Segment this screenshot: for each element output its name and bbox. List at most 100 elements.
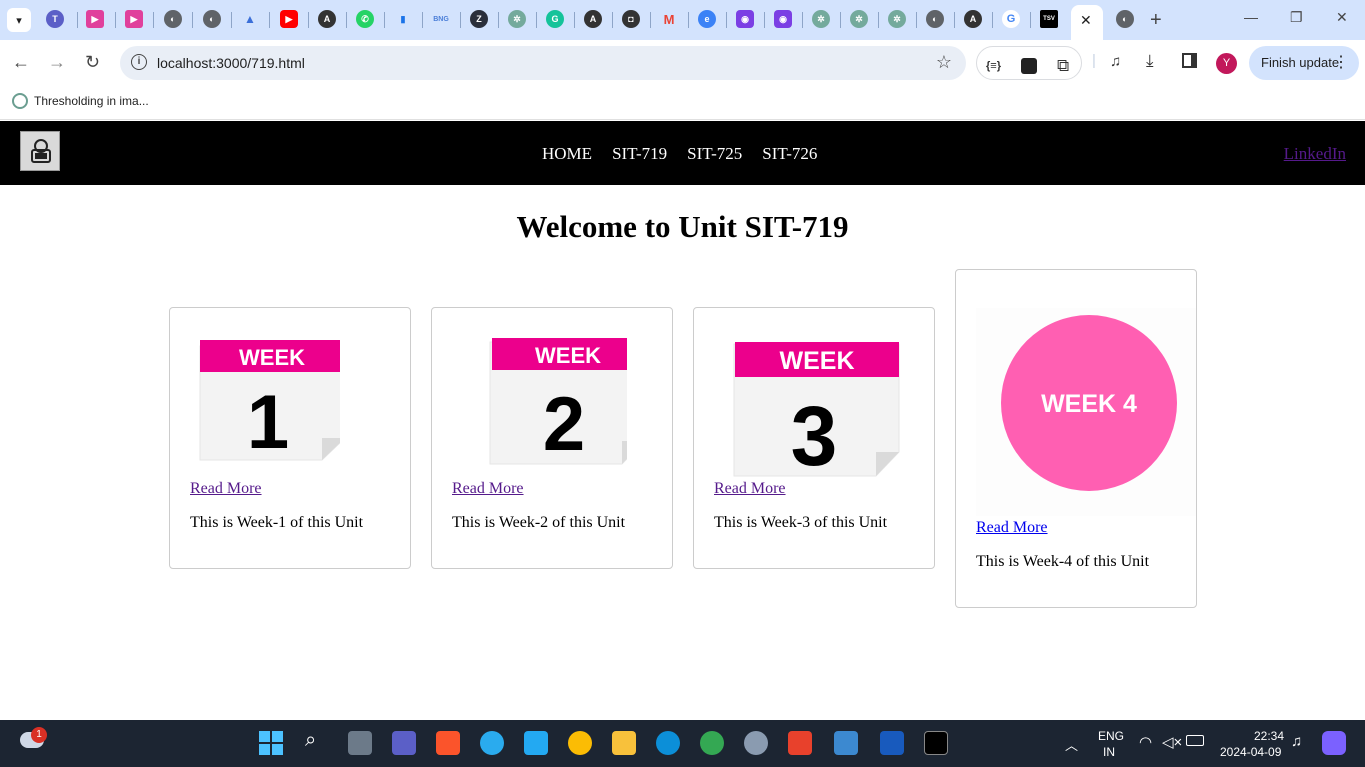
chrome-profile-icon[interactable] bbox=[700, 731, 724, 755]
globe-tab-icon[interactable]: ◐ bbox=[1116, 10, 1134, 28]
tab-strip: ▾ T ▶ ▶ ◐ ◐ ▲ ▶ A ✆ ▮ BNG Z ✲ G A ◘ M e … bbox=[0, 0, 1365, 40]
bookmark-tab-icon[interactable]: ▮ bbox=[394, 10, 412, 28]
google-tab-icon[interactable]: G bbox=[1002, 10, 1020, 28]
read-more-link[interactable]: Read More bbox=[976, 519, 1048, 537]
bng-tab-icon[interactable]: BNG bbox=[432, 10, 450, 28]
chrome-icon[interactable] bbox=[568, 731, 592, 755]
puzzle-icon[interactable]: ⧉ bbox=[1057, 56, 1069, 76]
bookmark-star-icon[interactable]: ☆ bbox=[936, 52, 952, 73]
media-control-icon[interactable]: ♫ bbox=[1110, 53, 1121, 70]
site-logo[interactable] bbox=[20, 131, 60, 171]
globe-tab-icon[interactable]: ◐ bbox=[926, 10, 944, 28]
site-info-icon[interactable]: i bbox=[131, 54, 147, 70]
extension-icon[interactable] bbox=[1021, 58, 1037, 74]
restore-icon[interactable]: ❐ bbox=[1290, 9, 1303, 26]
week-3-word: WEEK bbox=[780, 347, 855, 375]
close-window-icon[interactable]: ✕ bbox=[1336, 9, 1348, 26]
json-extension-icon[interactable]: {≡} bbox=[986, 60, 1001, 72]
clock-date[interactable]: 2024-04-09 bbox=[1220, 745, 1281, 759]
active-tab[interactable]: ✕ bbox=[1071, 5, 1103, 40]
word-icon[interactable] bbox=[880, 731, 904, 755]
profile-avatar[interactable]: Y bbox=[1216, 53, 1237, 74]
search-icon[interactable]: ⌕ bbox=[305, 729, 316, 752]
vscode-icon[interactable] bbox=[524, 731, 548, 755]
clock-time[interactable]: 22:34 bbox=[1254, 729, 1284, 743]
teams-tab-icon[interactable]: T bbox=[46, 10, 64, 28]
bot-tab-icon[interactable]: A bbox=[584, 10, 602, 28]
zigzag-tab-icon[interactable]: Z bbox=[470, 10, 488, 28]
read-more-link[interactable]: Read More bbox=[714, 480, 786, 498]
tsv-tab-icon[interactable]: TSV bbox=[1040, 10, 1058, 28]
tab-separator bbox=[992, 12, 993, 28]
grammarly-tab-icon[interactable]: G bbox=[546, 10, 564, 28]
forward-arrow-icon[interactable]: → bbox=[48, 52, 66, 73]
globe-tab-icon[interactable]: ◐ bbox=[203, 10, 221, 28]
edge-tab-icon[interactable]: e bbox=[698, 10, 716, 28]
read-more-link[interactable]: Read More bbox=[190, 480, 262, 498]
url-text[interactable]: localhost:3000/719.html bbox=[157, 55, 305, 71]
windows-start-icon[interactable] bbox=[259, 731, 283, 755]
whatsapp-tab-icon[interactable]: ✆ bbox=[356, 10, 374, 28]
bot-tab-icon[interactable]: A bbox=[318, 10, 336, 28]
language-line-2[interactable]: IN bbox=[1103, 745, 1115, 759]
week-1-word: WEEK bbox=[239, 345, 305, 370]
brave-icon[interactable] bbox=[436, 731, 460, 755]
notepad-icon[interactable] bbox=[834, 731, 858, 755]
youtube-tab-icon[interactable]: ▶ bbox=[280, 10, 298, 28]
wifi-icon[interactable]: ◠ bbox=[1139, 733, 1152, 751]
bot-tab-icon[interactable]: A bbox=[964, 10, 982, 28]
chatgpt-tab-icon[interactable]: ✲ bbox=[888, 10, 906, 28]
speaker-muted-icon[interactable]: ◁× bbox=[1162, 733, 1182, 751]
bookmarks-bar: Thresholding in ima... bbox=[0, 86, 1365, 120]
reload-icon[interactable]: ↻ bbox=[85, 52, 100, 73]
nav-sit-725[interactable]: SIT-725 bbox=[687, 144, 742, 164]
new-tab-button[interactable]: + bbox=[1150, 9, 1162, 32]
purple-app-tab-icon[interactable]: ◉ bbox=[736, 10, 754, 28]
edge-icon[interactable] bbox=[656, 731, 680, 755]
pink-arrow-tab-icon[interactable]: ▶ bbox=[86, 10, 104, 28]
gmail-tab-icon[interactable]: M bbox=[660, 10, 678, 28]
read-more-link[interactable]: Read More bbox=[452, 480, 524, 498]
side-panel-icon[interactable] bbox=[1182, 53, 1197, 68]
nav-sit-719[interactable]: SIT-719 bbox=[612, 144, 667, 164]
nav-home[interactable]: HOME bbox=[542, 144, 592, 164]
more-menu-icon[interactable]: ⋮ bbox=[1333, 46, 1349, 80]
language-line-1[interactable]: ENG bbox=[1098, 729, 1124, 743]
nav-sit-726[interactable]: SIT-726 bbox=[762, 144, 817, 164]
lock-tab-icon[interactable]: ◘ bbox=[622, 10, 640, 28]
battery-icon[interactable] bbox=[1186, 735, 1204, 746]
pink-arrow-tab-icon[interactable]: ▶ bbox=[125, 10, 143, 28]
week-1-calendar-image: WEEK 1 bbox=[199, 340, 340, 465]
telegram-icon[interactable] bbox=[480, 731, 504, 755]
address-bar[interactable]: i localhost:3000/719.html ☆ bbox=[120, 46, 966, 80]
tab-separator bbox=[422, 12, 423, 28]
tab-separator bbox=[153, 12, 154, 28]
copilot-icon[interactable] bbox=[1322, 731, 1346, 755]
download-icon[interactable]: ⤓ bbox=[1146, 51, 1154, 71]
bookmark-item[interactable]: Thresholding in ima... bbox=[12, 93, 149, 109]
teams-icon[interactable] bbox=[392, 731, 416, 755]
tab-search-button[interactable]: ▾ bbox=[7, 8, 31, 32]
chatgpt-tab-icon[interactable]: ✲ bbox=[508, 10, 526, 28]
chatgpt-icon bbox=[12, 93, 28, 109]
bell-icon[interactable]: ♫ bbox=[1291, 733, 1302, 750]
finish-update-button[interactable]: Finish update ⋮ bbox=[1249, 46, 1359, 80]
wps-office-icon[interactable] bbox=[788, 731, 812, 755]
chevron-up-icon[interactable]: ︿ bbox=[1065, 735, 1078, 754]
chart-tab-icon[interactable]: ▲ bbox=[241, 10, 259, 28]
globe-tab-icon[interactable]: ◐ bbox=[164, 10, 182, 28]
purple-app-tab-icon[interactable]: ◉ bbox=[774, 10, 792, 28]
task-view-icon[interactable] bbox=[348, 731, 372, 755]
settings-gear-icon[interactable] bbox=[744, 731, 768, 755]
tab-separator bbox=[231, 12, 232, 28]
tab-separator bbox=[878, 12, 879, 28]
chatgpt-tab-icon[interactable]: ✲ bbox=[850, 10, 868, 28]
file-explorer-icon[interactable] bbox=[612, 731, 636, 755]
tab-separator bbox=[498, 12, 499, 28]
linkedin-link[interactable]: LinkedIn bbox=[1284, 144, 1346, 164]
terminal-icon[interactable] bbox=[924, 731, 948, 755]
close-tab-icon[interactable]: ✕ bbox=[1080, 12, 1092, 29]
minimize-icon[interactable]: — bbox=[1244, 9, 1258, 25]
chatgpt-tab-icon[interactable]: ✲ bbox=[812, 10, 830, 28]
back-arrow-icon[interactable]: ← bbox=[12, 52, 30, 73]
